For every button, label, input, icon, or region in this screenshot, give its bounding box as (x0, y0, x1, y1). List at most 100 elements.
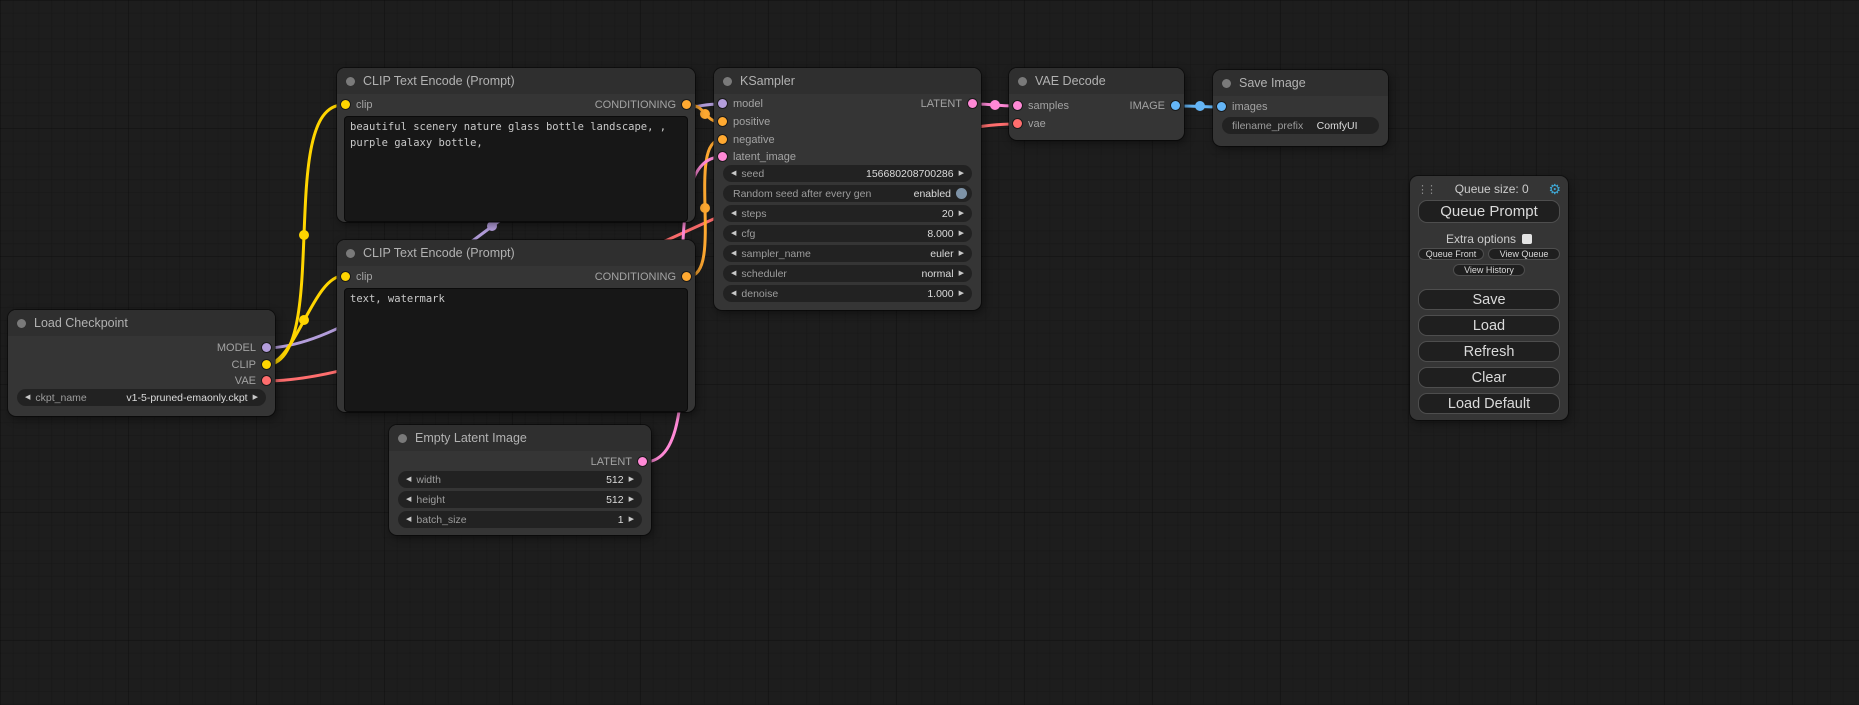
node-header[interactable]: KSampler (714, 68, 981, 94)
decrement-arrow-icon[interactable]: ◀ (731, 246, 736, 261)
view-queue-button[interactable]: View Queue (1488, 248, 1560, 260)
increment-arrow-icon[interactable]: ▶ (629, 492, 634, 507)
node-header[interactable]: CLIP Text Encode (Prompt) (337, 240, 695, 266)
conditioning-output-port[interactable] (682, 100, 691, 109)
toggle-dot[interactable] (956, 188, 967, 199)
clip-output-port[interactable] (262, 360, 271, 369)
node-title: Load Checkpoint (34, 316, 128, 330)
drag-handle-icon[interactable]: ⋮⋮ (1417, 183, 1435, 196)
clear-button[interactable]: Clear (1418, 367, 1560, 388)
node-header[interactable]: CLIP Text Encode (Prompt) (337, 68, 695, 94)
decrement-arrow-icon[interactable]: ◀ (406, 492, 411, 507)
queue-prompt-button[interactable]: Queue Prompt (1418, 200, 1560, 223)
decrement-arrow-icon[interactable]: ◀ (731, 226, 736, 241)
slot-label: MODEL (217, 342, 256, 354)
load-default-button[interactable]: Load Default (1418, 393, 1560, 414)
denoise-widget[interactable]: ◀ denoise 1.000 ▶ (724, 286, 971, 301)
save-button[interactable]: Save (1418, 289, 1560, 310)
increment-arrow-icon[interactable]: ▶ (629, 472, 634, 487)
scheduler-widget[interactable]: ◀ scheduler normal ▶ (724, 266, 971, 281)
node-ksampler[interactable]: KSampler model positive negative latent_… (714, 68, 981, 310)
node-graph-canvas[interactable]: Load Checkpoint MODEL CLIP VAE ◀ ckpt_na… (0, 0, 1859, 705)
random-seed-widget[interactable]: Random seed after every gen enabled (724, 186, 971, 201)
node-empty-latent-image[interactable]: Empty Latent Image LATENT ◀ width 512 ▶ … (389, 425, 651, 535)
model-output-port[interactable] (262, 343, 271, 352)
vae-output-port[interactable] (262, 376, 271, 385)
queue-front-button[interactable]: Queue Front (1418, 248, 1484, 260)
increment-arrow-icon[interactable]: ▶ (959, 166, 964, 181)
cfg-widget[interactable]: ◀ cfg 8.000 ▶ (724, 226, 971, 241)
decrement-arrow-icon[interactable]: ◀ (731, 286, 736, 301)
slot-label: LATENT (591, 456, 632, 468)
node-clip-text-encode-negative[interactable]: CLIP Text Encode (Prompt) clip CONDITION… (337, 240, 695, 412)
collapse-dot-icon[interactable] (1222, 79, 1231, 88)
ckpt-name-widget[interactable]: ◀ ckpt_name v1-5-pruned-emaonly.ckpt ▶ (18, 390, 265, 405)
prompt-textarea[interactable]: beautiful scenery nature glass bottle la… (344, 116, 688, 222)
latent-image-input-port[interactable] (718, 152, 727, 161)
queue-size-label: Queue size: 0 (1435, 182, 1548, 196)
image-output-port[interactable] (1171, 101, 1180, 110)
node-clip-text-encode-positive[interactable]: CLIP Text Encode (Prompt) clip CONDITION… (337, 68, 695, 222)
height-widget[interactable]: ◀ height 512 ▶ (399, 492, 641, 507)
collapse-dot-icon[interactable] (346, 77, 355, 86)
decrement-arrow-icon[interactable]: ◀ (25, 390, 30, 405)
increment-arrow-icon[interactable]: ▶ (959, 226, 964, 241)
wire-midpoint-dot (1195, 101, 1205, 111)
widget-value: enabled (914, 188, 951, 200)
negative-input-port[interactable] (718, 135, 727, 144)
refresh-button[interactable]: Refresh (1418, 341, 1560, 362)
increment-arrow-icon[interactable]: ▶ (959, 266, 964, 281)
collapse-dot-icon[interactable] (17, 319, 26, 328)
slot-label: VAE (235, 375, 256, 387)
node-header[interactable]: Empty Latent Image (389, 425, 651, 451)
increment-arrow-icon[interactable]: ▶ (959, 246, 964, 261)
node-title: CLIP Text Encode (Prompt) (363, 74, 515, 88)
conditioning-output-port[interactable] (682, 272, 691, 281)
collapse-dot-icon[interactable] (1018, 77, 1027, 86)
decrement-arrow-icon[interactable]: ◀ (731, 206, 736, 221)
decrement-arrow-icon[interactable]: ◀ (731, 166, 736, 181)
filename-prefix-widget[interactable]: filename_prefix ComfyUI (1223, 118, 1378, 133)
node-save-image[interactable]: Save Image images filename_prefix ComfyU… (1213, 70, 1388, 146)
widget-label: scheduler (741, 268, 787, 280)
wire-midpoint-dot (990, 100, 1000, 110)
increment-arrow-icon[interactable]: ▶ (253, 390, 258, 405)
increment-arrow-icon[interactable]: ▶ (959, 206, 964, 221)
view-history-button[interactable]: View History (1453, 264, 1525, 276)
widget-label: ckpt_name (35, 392, 86, 404)
collapse-dot-icon[interactable] (346, 249, 355, 258)
latent-output-port[interactable] (638, 457, 647, 466)
output-slot-latent: LATENT (714, 96, 981, 112)
node-header[interactable]: VAE Decode (1009, 68, 1184, 94)
increment-arrow-icon[interactable]: ▶ (629, 512, 634, 527)
node-load-checkpoint[interactable]: Load Checkpoint MODEL CLIP VAE ◀ ckpt_na… (8, 310, 275, 416)
decrement-arrow-icon[interactable]: ◀ (406, 512, 411, 527)
collapse-dot-icon[interactable] (723, 77, 732, 86)
node-header[interactable]: Save Image (1213, 70, 1388, 96)
batch-size-widget[interactable]: ◀ batch_size 1 ▶ (399, 512, 641, 527)
decrement-arrow-icon[interactable]: ◀ (731, 266, 736, 281)
images-input-port[interactable] (1217, 102, 1226, 111)
node-vae-decode[interactable]: VAE Decode samples vae IMAGE (1009, 68, 1184, 140)
widget-value: ComfyUI (1317, 120, 1358, 132)
increment-arrow-icon[interactable]: ▶ (959, 286, 964, 301)
slot-label: positive (733, 116, 770, 128)
seed-widget[interactable]: ◀ seed 156680208700286 ▶ (724, 166, 971, 181)
prompt-textarea[interactable]: text, watermark (344, 288, 688, 412)
slot-label: vae (1028, 118, 1046, 130)
latent-output-port[interactable] (968, 99, 977, 108)
positive-input-port[interactable] (718, 117, 727, 126)
wire-midpoint-dot (700, 203, 710, 213)
width-widget[interactable]: ◀ width 512 ▶ (399, 472, 641, 487)
extra-options-checkbox[interactable] (1522, 234, 1532, 244)
settings-gear-icon[interactable]: ⚙ (1548, 182, 1561, 196)
load-button[interactable]: Load (1418, 315, 1560, 336)
collapse-dot-icon[interactable] (398, 434, 407, 443)
decrement-arrow-icon[interactable]: ◀ (406, 472, 411, 487)
steps-widget[interactable]: ◀ steps 20 ▶ (724, 206, 971, 221)
node-header[interactable]: Load Checkpoint (8, 310, 275, 336)
vae-input-port[interactable] (1013, 119, 1022, 128)
output-slot-vae: VAE (8, 373, 275, 389)
slot-label: latent_image (733, 151, 796, 163)
sampler-name-widget[interactable]: ◀ sampler_name euler ▶ (724, 246, 971, 261)
